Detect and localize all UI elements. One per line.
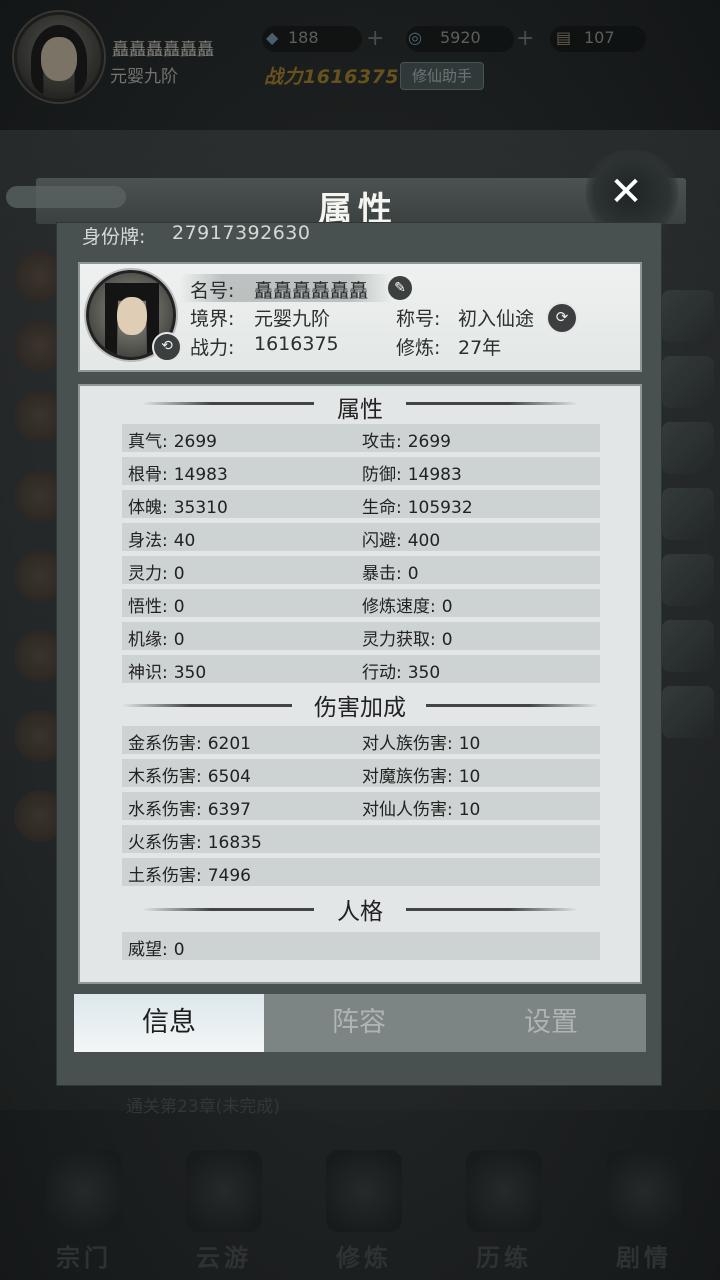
attr-shenshi-label: 神识: [128,663,168,683]
dmg-vs-immortal-value: 10 [458,800,481,820]
portrait-face [117,297,147,335]
dmg-water-value: 6397 [207,800,251,820]
cultivation-label: 修炼: [396,337,441,359]
attr-zhenqi-value: 2699 [173,432,217,452]
attribute-row: 根骨: 14983 防御: 14983 [122,457,600,485]
attr-action-value: 350 [407,663,441,683]
damage-row: 土系伤害: 7496 [122,858,600,886]
section-divider [406,908,578,911]
dmg-earth-label: 土系伤害: [128,866,202,886]
attribute-row: 悟性: 0 修炼速度: 0 [122,589,600,617]
attr-gengu-value: 14983 [173,465,228,485]
dmg-fire-label: 火系伤害: [128,833,202,853]
tab-info[interactable]: 信息 [74,994,264,1052]
attr-tipo-label: 体魄: [128,498,168,518]
damage-row: 火系伤害: 16835 [122,825,600,853]
attr-hp-label: 生命: [362,498,402,518]
attribute-panel: 属性 真气: 2699 攻击: 2699 根骨: 14983 防御: 14983 体魄:… [78,384,642,984]
dmg-vs-human-value: 10 [458,734,481,754]
realm-label: 境界: [190,308,235,330]
id-card-value: 27917392630 [172,222,311,244]
attr-tipo-value: 35310 [173,498,228,518]
modal-tabs: 信息 阵容 设置 [74,994,646,1052]
attr-crit-value: 0 [407,564,419,584]
damage-row: 木系伤害: 6504 对魔族伤害: 10 [122,759,600,787]
prestige-value: 0 [173,940,185,960]
attr-lingli-gain-label: 灵力获取: [362,630,436,650]
attr-attack-label: 攻击: [362,432,402,452]
personality-row: 威望: 0 [122,932,600,960]
damage-row: 金系伤害: 6201 对人族伤害: 10 [122,726,600,754]
damage-row: 水系伤害: 6397 对仙人伤害: 10 [122,792,600,820]
attributes-section-title: 属性 [337,397,383,423]
section-divider [426,704,598,707]
attr-cultivation-speed-label: 修炼速度: [362,597,436,617]
dmg-earth-value: 7496 [207,866,251,886]
tab-settings[interactable]: 设置 [456,994,646,1052]
attribute-row: 身法: 40 闪避: 400 [122,523,600,551]
attribute-row: 机缘: 0 灵力获取: 0 [122,622,600,650]
dmg-wood-value: 6504 [207,767,251,787]
id-card-label: 身份牌: [82,226,146,248]
title-value: 初入仙途 [458,308,535,330]
attr-action-label: 行动: [362,663,402,683]
attr-wuxing-value: 0 [173,597,185,617]
name-label: 名号: [190,280,235,302]
attribute-row: 灵力: 0 暴击: 0 [122,556,600,584]
tab-lineup[interactable]: 阵容 [264,994,454,1052]
close-icon[interactable]: ✕ [602,168,650,216]
attr-crit-label: 暴击: [362,564,402,584]
dmg-vs-demon-value: 10 [458,767,481,787]
dmg-vs-demon-label: 对魔族伤害: [362,767,453,787]
prestige-label: 威望: [128,940,168,960]
realm-value: 元婴九阶 [254,308,331,330]
attr-lingli-label: 灵力: [128,564,168,584]
attribute-row: 真气: 2699 攻击: 2699 [122,424,600,452]
attribute-row: 神识: 350 行动: 350 [122,655,600,683]
attr-gengu-label: 根骨: [128,465,168,485]
dmg-fire-value: 16835 [207,833,262,853]
attr-dodge-label: 闪避: [362,531,402,551]
power-label: 战力: [190,337,235,359]
power-value: 1616375 [254,333,339,355]
cultivation-value: 27年 [458,337,502,359]
dmg-metal-value: 6201 [207,734,251,754]
attr-lingli-value: 0 [173,564,185,584]
dmg-vs-human-label: 对人族伤害: [362,734,453,754]
portrait-swap-icon[interactable]: ⟲ [152,332,182,362]
section-divider [406,402,578,405]
attr-shenfa-value: 40 [173,531,196,551]
edit-name-icon[interactable]: ✎ [388,276,412,300]
attribute-row: 体魄: 35310 生命: 105932 [122,490,600,518]
dmg-vs-immortal-label: 对仙人伤害: [362,800,453,820]
attr-lingli-gain-value: 0 [441,630,453,650]
attr-shenfa-label: 身法: [128,531,168,551]
attr-attack-value: 2699 [407,432,451,452]
attr-cultivation-speed-value: 0 [441,597,453,617]
attr-zhenqi-label: 真气: [128,432,168,452]
attr-hp-value: 105932 [407,498,473,518]
dmg-water-label: 水系伤害: [128,800,202,820]
attr-defense-label: 防御: [362,465,402,485]
attr-shenshi-value: 350 [173,663,207,683]
attr-dodge-value: 400 [407,531,441,551]
attr-jiyuan-label: 机缘: [128,630,168,650]
attr-jiyuan-value: 0 [173,630,185,650]
attr-defense-value: 14983 [407,465,462,485]
name-value: 矗矗矗矗矗矗 [254,280,369,302]
change-title-icon[interactable]: ⟳ [546,302,578,334]
title-label: 称号: [396,308,441,330]
attr-wuxing-label: 悟性: [128,597,168,617]
dmg-wood-label: 木系伤害: [128,767,202,787]
dmg-metal-label: 金系伤害: [128,734,202,754]
